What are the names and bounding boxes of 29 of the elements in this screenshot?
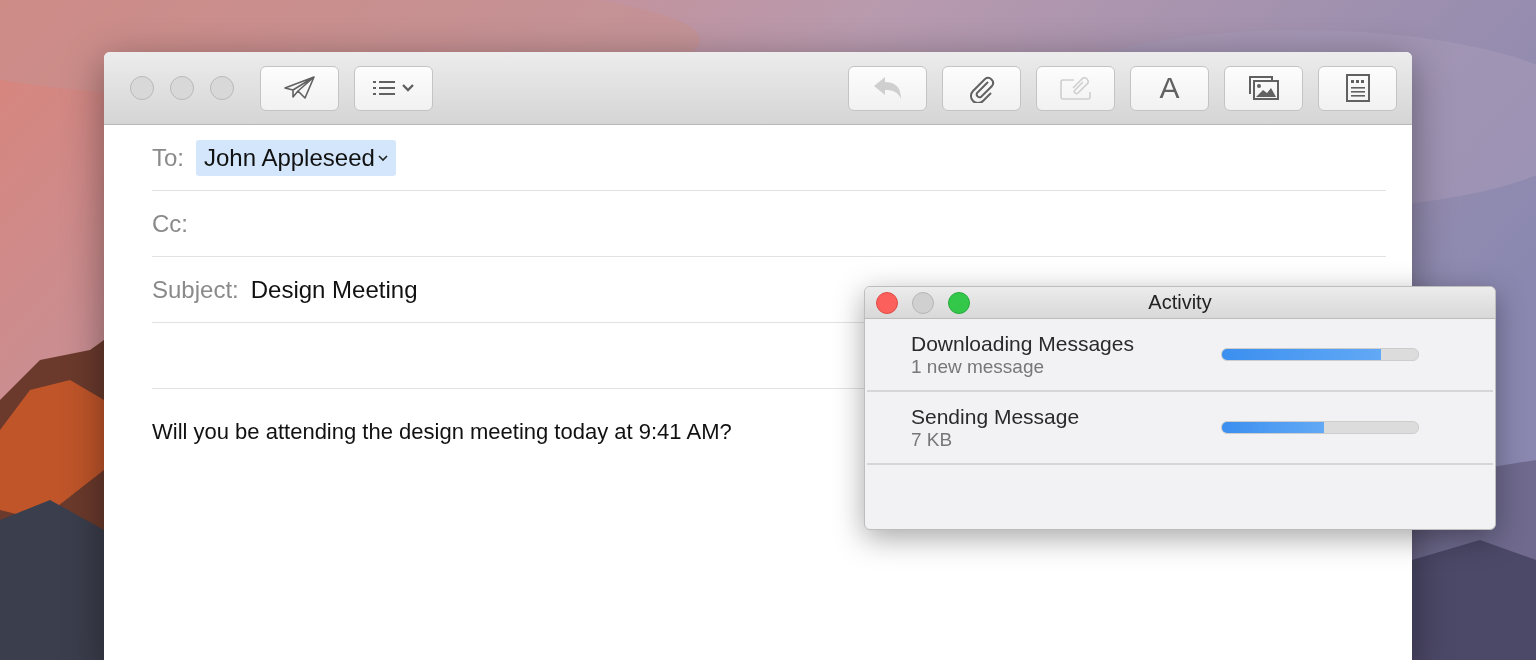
cc-label: Cc: bbox=[152, 209, 188, 238]
zoom-button[interactable] bbox=[948, 291, 970, 314]
photos-icon bbox=[1247, 75, 1280, 101]
caret-icon bbox=[377, 153, 388, 162]
task-detail: 7 KB bbox=[911, 428, 954, 451]
task-name: Sending Message bbox=[911, 404, 1081, 429]
minimize-button[interactable] bbox=[912, 291, 934, 314]
task-name: Downloading Messages bbox=[911, 331, 1135, 356]
to-label: To: bbox=[152, 143, 184, 172]
close-button[interactable] bbox=[876, 291, 898, 314]
photos-button[interactable] bbox=[1224, 65, 1303, 111]
recipient-token[interactable]: John Appleseed bbox=[196, 139, 396, 176]
subject-label: Subject: bbox=[152, 275, 239, 304]
minimize-button[interactable] bbox=[170, 76, 194, 100]
paper-plane-icon bbox=[282, 75, 317, 101]
document-icon bbox=[1344, 73, 1371, 103]
task-detail: 1 new message bbox=[911, 355, 1046, 378]
window-title: Activity bbox=[1147, 291, 1213, 314]
zoom-button[interactable] bbox=[210, 76, 234, 100]
close-button[interactable] bbox=[130, 76, 154, 100]
header-options-button[interactable] bbox=[354, 65, 433, 111]
message-body[interactable]: Will you be attending the design meeting today at 9:41 AM? bbox=[152, 419, 732, 445]
send-button[interactable] bbox=[260, 65, 339, 111]
fonts-button[interactable]: A bbox=[1130, 65, 1209, 111]
subject-field[interactable]: Design Meeting bbox=[250, 275, 418, 304]
stationery-button[interactable] bbox=[1318, 65, 1397, 111]
attach-button[interactable] bbox=[942, 65, 1021, 111]
list-icon bbox=[370, 78, 417, 98]
markup-icon bbox=[1057, 74, 1094, 102]
